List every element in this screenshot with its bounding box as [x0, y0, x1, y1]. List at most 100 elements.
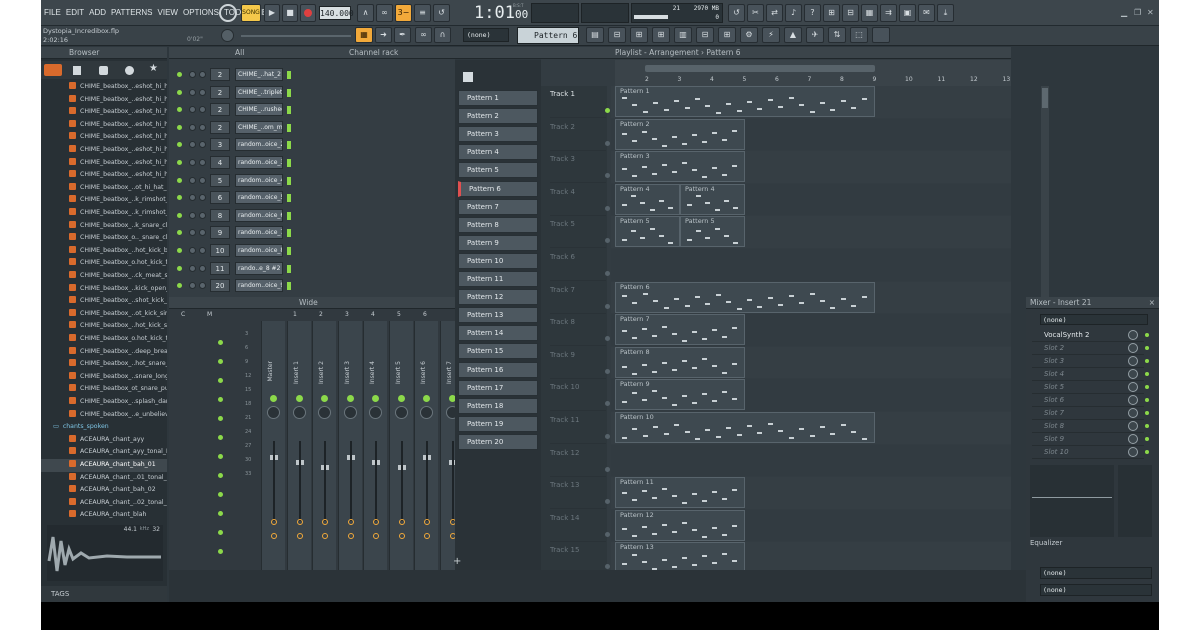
browser-item[interactable]: CHIME_beatbox_..ot_kick_simple	[41, 308, 167, 321]
browser-item[interactable]: CHIME_beatbox_o.._snare_classic	[41, 232, 167, 245]
channel-name-button[interactable]: random..oice_7	[235, 226, 283, 240]
track-header[interactable]: Track 7	[550, 282, 610, 314]
channel-mixer-track[interactable]: 2	[210, 103, 230, 117]
channel-name-button[interactable]: CHIME_..triplet	[235, 85, 283, 99]
effect-slot[interactable]: Slot 3	[1032, 355, 1149, 368]
effect-slot-led[interactable]	[1145, 411, 1149, 415]
insert-input-select[interactable]: (none)	[1040, 314, 1148, 325]
toolbar-icon-5[interactable]: ?	[804, 4, 821, 22]
snap-selector[interactable]: (none)	[463, 28, 509, 42]
channel-volume-knob-icon[interactable]	[199, 264, 206, 272]
tags-label[interactable]: TAGS	[51, 590, 69, 598]
mixer-route-icon[interactable]	[424, 519, 430, 525]
mixer-strip[interactable]: Master	[261, 321, 285, 576]
pattern-item[interactable]: Pattern 6	[458, 180, 538, 197]
mixer-route-icon[interactable]	[322, 519, 328, 525]
channel-select-led[interactable]	[287, 264, 291, 273]
channel-mute-led[interactable]	[177, 230, 182, 236]
playlist-clip[interactable]: Pattern 9	[615, 379, 745, 411]
play-button[interactable]: ▶	[264, 4, 280, 22]
mixer-route-icon[interactable]	[347, 519, 354, 525]
playlist-add-track-icon[interactable]: +	[453, 556, 461, 567]
track-header[interactable]: Track 6	[550, 249, 610, 281]
channel-row[interactable]: 9 random..oice_7	[169, 224, 455, 241]
mixer-route-icon[interactable]	[296, 519, 303, 525]
channel-mixer-track[interactable]: 11	[210, 261, 230, 275]
browser-item[interactable]: CHIME_beatbox_..ck_meat_shield	[41, 270, 167, 283]
tool-icon-1[interactable]: ▤	[586, 27, 604, 43]
record-button[interactable]	[300, 4, 316, 22]
browser-tab-all-icon[interactable]	[44, 64, 62, 76]
pattern-item[interactable]: Pattern 17	[458, 379, 538, 396]
channel-mixer-track[interactable]: 8	[210, 208, 230, 222]
effect-slot[interactable]: Slot 9	[1032, 433, 1149, 446]
effect-mix-knob-icon[interactable]	[1128, 369, 1138, 379]
channel-volume-knob-icon[interactable]	[199, 194, 206, 202]
browser-item[interactable]: CHIME_beatbox_..k_snare_clacky	[41, 220, 167, 233]
channel-name-button[interactable]: random..oice_8	[235, 244, 283, 257]
browser-tab-plugins-icon[interactable]	[99, 66, 108, 75]
mixer-pan-knob-icon[interactable]	[394, 406, 408, 419]
channel-volume-knob-icon[interactable]	[199, 123, 206, 131]
mixer-led[interactable]	[397, 395, 405, 402]
blend-notes-icon[interactable]: ≡	[414, 4, 431, 22]
channel-volume-knob-icon[interactable]	[199, 106, 206, 114]
channel-mute-led[interactable]	[177, 72, 182, 77]
channel-select-led[interactable]	[287, 247, 291, 255]
mixer-pan-knob-icon[interactable]	[420, 406, 433, 419]
tool-icon-8[interactable]: ⚙	[740, 27, 758, 43]
channel-mute-led[interactable]	[177, 265, 182, 271]
track-mute-led[interactable]	[605, 434, 610, 439]
mixer-led[interactable]	[321, 395, 328, 402]
browser-item[interactable]: CHIME_beatbox_..kick_open_hat	[41, 283, 167, 296]
channel-pan-knob-icon[interactable]	[189, 282, 196, 290]
browser-subitem[interactable]: ACEAURA_chant_..02_tonal_Fmin	[41, 497, 167, 510]
channel-mixer-track[interactable]: 5	[210, 173, 230, 187]
pattern-item[interactable]: Pattern 20	[458, 433, 538, 450]
browser-item[interactable]: CHIME_beatbox_..eshot_hi_hat_1	[41, 81, 167, 94]
browser-item[interactable]: CHIME_beatbox_..snare_long_tail	[41, 371, 167, 384]
toolbar-icon-8[interactable]: ▦	[861, 4, 878, 22]
effect-slot-led[interactable]	[1145, 398, 1149, 402]
mixer-route-icon[interactable]	[398, 519, 405, 525]
channel-row[interactable]: 8 random..oice_6	[169, 207, 455, 224]
pattern-item[interactable]: Pattern 13	[458, 307, 538, 324]
effect-slot[interactable]: Slot 10	[1032, 446, 1149, 459]
pattern-item[interactable]: Pattern 11	[458, 271, 538, 287]
menu-view[interactable]: VIEW	[158, 8, 178, 17]
menu-patterns[interactable]: PATTERNS	[111, 8, 152, 17]
channel-mute-led[interactable]	[177, 177, 182, 183]
channel-row[interactable]: 2 CHIME_..hat_2	[169, 66, 455, 83]
mixer-strip[interactable]: Insert 4	[363, 321, 387, 576]
channel-volume-knob-icon[interactable]	[199, 229, 206, 237]
channel-volume-knob-icon[interactable]	[199, 88, 206, 96]
playlist-clip[interactable]: Pattern 4	[615, 183, 680, 215]
channel-volume-knob-icon[interactable]	[199, 282, 206, 290]
browser-item[interactable]: CHIME_beatbox_..eshot_hi_hat_2	[41, 94, 167, 107]
toolbar-icon-3[interactable]: ⇄	[766, 4, 783, 22]
track-header[interactable]: Track 9	[550, 347, 610, 379]
draw-icon[interactable]: ✒	[394, 27, 411, 43]
pattern-item[interactable]: Pattern 9	[458, 234, 538, 251]
channel-select-led[interactable]	[287, 176, 291, 185]
tool-icon-2[interactable]: ⊟	[608, 27, 626, 43]
channel-mute-led[interactable]	[177, 89, 182, 95]
master-pitch-slider[interactable]	[241, 35, 351, 37]
channel-mixer-track[interactable]: 10	[210, 244, 230, 257]
pattern-item[interactable]: Pattern 14	[458, 325, 538, 342]
channel-select-led[interactable]	[287, 123, 291, 132]
channel-name-button[interactable]: rando..e_8 #2	[235, 261, 283, 275]
effect-slot-led[interactable]	[1145, 424, 1149, 428]
mixer-led[interactable]	[372, 395, 379, 402]
playlist-clip[interactable]: Pattern 3	[615, 151, 745, 183]
channel-volume-knob-icon[interactable]	[199, 211, 206, 219]
channel-mixer-track[interactable]: 9	[210, 226, 230, 240]
browser-item[interactable]: CHIME_beatbox_..splash_damage	[41, 396, 167, 409]
effect-slot-led[interactable]	[1145, 372, 1149, 376]
playlist-clip[interactable]: Pattern 8	[615, 346, 745, 378]
channel-pan-knob-icon[interactable]	[189, 88, 196, 96]
effect-slot[interactable]: Slot 2	[1032, 342, 1149, 355]
browser-item[interactable]: CHIME_beatbox_..deep_breathy	[41, 346, 167, 359]
browser-item[interactable]: CHIME_beatbox_o.hot_kick_tight	[41, 333, 167, 346]
channel-filter[interactable]: All	[235, 47, 244, 59]
